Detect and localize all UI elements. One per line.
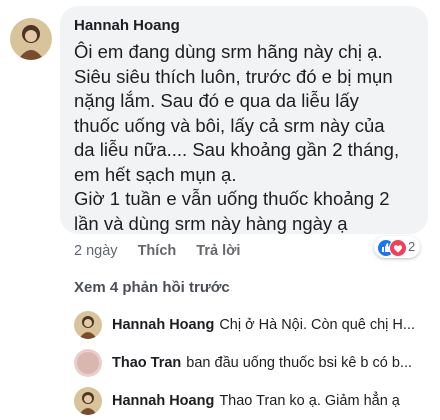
reply-author[interactable]: Hannah Hoang <box>112 317 214 333</box>
comment-bubble: Hannah Hoang Ôi em đang dùng srm hãng nà… <box>60 6 428 234</box>
reply-author[interactable]: Hannah Hoang <box>112 393 214 409</box>
reply-item: Hannah Hoang Thao Tran ko ạ. Giảm hẳn ạ <box>74 387 434 417</box>
reply-author[interactable]: Thao Tran <box>112 355 181 371</box>
reaction-count: 2 <box>408 239 416 254</box>
comment-time[interactable]: 2 ngày <box>74 243 118 259</box>
reaction-summary[interactable]: 2 <box>374 236 420 258</box>
reply-item: Hannah Hoang Chị ở Hà Nội. Còn quê chị H.… <box>74 311 434 341</box>
avatar[interactable] <box>74 311 102 339</box>
comment-line: da liễu nữa.... Sau khoảng gần 2 tháng, <box>74 139 400 160</box>
reply-item: Thao Tran ban đầu uống thuốc bsi kê b có … <box>74 349 434 379</box>
comment-text: Ôi em đang dùng srm hãng này chị ạ. Siêu… <box>74 40 424 236</box>
reply-message: ban đầu uống thuốc bsi kê b có b... <box>186 355 413 371</box>
comment-line: Giờ 1 tuần e vẫn uống thuốc khoảng 2 <box>74 188 390 209</box>
love-icon <box>389 239 407 257</box>
comment-line: Siêu siêu thích luôn, trước đó e bị mụn <box>74 65 393 87</box>
reply-message: Chị ở Hà Nội. Còn quê chị H... <box>219 317 415 333</box>
reply-text: Thao Tran ban đầu uống thuốc bsi kê b có … <box>112 355 412 371</box>
comment-author[interactable]: Hannah Hoang <box>74 17 180 34</box>
comment-line: Ôi em đang dùng srm hãng này chị ạ. <box>74 41 383 62</box>
comment-line: em hết sạch mụn ạ. <box>74 163 237 185</box>
comment-line: nặng lắm. Sau đó e qua da liễu lấy <box>74 90 359 111</box>
avatar[interactable] <box>74 387 102 415</box>
avatar[interactable] <box>10 18 52 60</box>
reply-text: Hannah Hoang Thao Tran ko ạ. Giảm hẳn ạ <box>112 393 400 409</box>
comment-actions: 2 ngày Thích Trả lời <box>74 243 256 259</box>
comment-line: thuốc uống và bôi, lấy cả srm này của <box>74 114 385 136</box>
like-link[interactable]: Thích <box>138 243 177 259</box>
reply-link[interactable]: Trả lời <box>196 243 240 259</box>
reply-message: Thao Tran ko ạ. Giảm hẳn ạ <box>219 393 400 409</box>
view-previous-replies[interactable]: Xem 4 phản hồi trước <box>74 279 230 296</box>
avatar[interactable] <box>74 349 102 377</box>
comment-line: lần và dùng srm này hàng ngày ạ <box>74 212 348 234</box>
reply-text: Hannah Hoang Chị ở Hà Nội. Còn quê chị H.… <box>112 317 415 333</box>
